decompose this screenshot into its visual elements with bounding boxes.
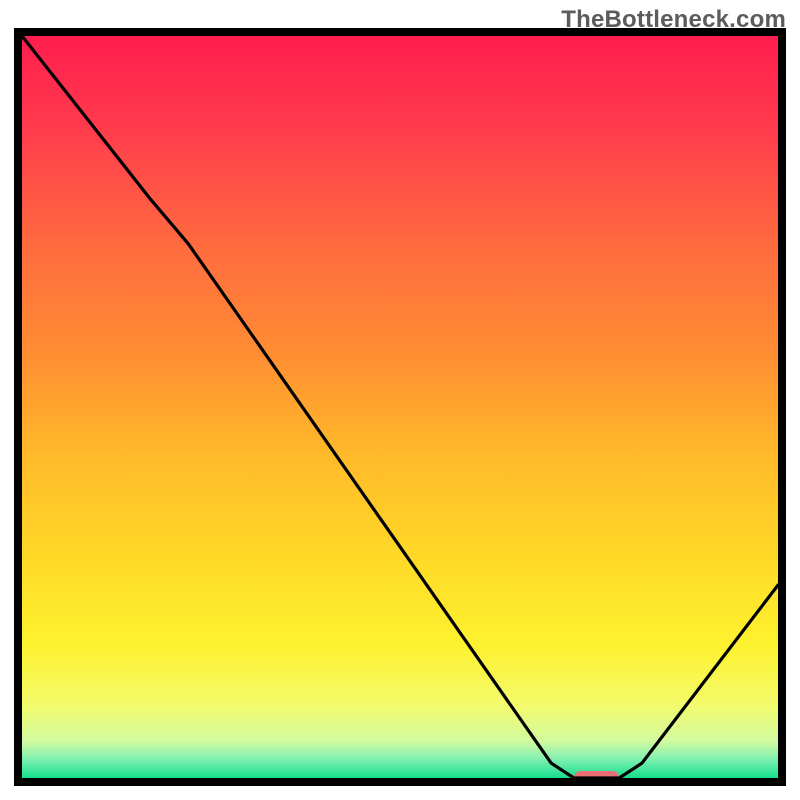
- watermark-text: TheBottleneck.com: [561, 6, 786, 34]
- plot-background: [22, 36, 778, 778]
- chart-stage: TheBottleneck.com: [0, 0, 800, 800]
- bottleneck-chart: [0, 0, 800, 800]
